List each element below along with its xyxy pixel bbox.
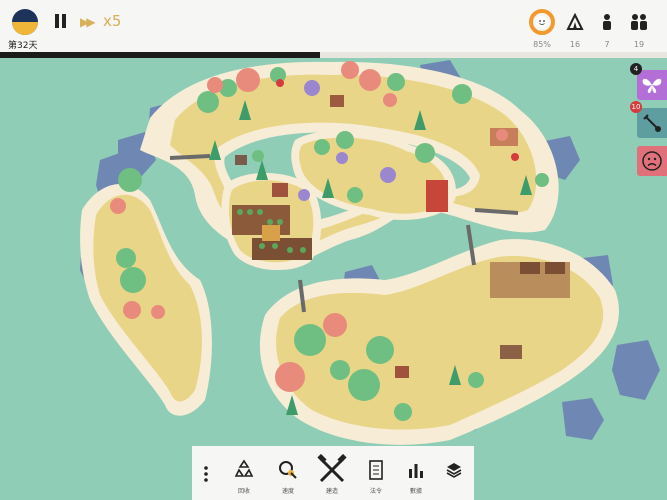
speed-tool-button[interactable]: 速度 — [268, 446, 308, 500]
tool-notification[interactable] — [637, 108, 667, 138]
shelter-stat[interactable]: 16 — [560, 10, 590, 49]
recycle-label: 回收 — [237, 488, 250, 495]
build-label: 建造 — [325, 488, 338, 495]
tent-icon — [566, 13, 584, 30]
population-stat[interactable]: 19 — [624, 10, 654, 49]
layers-icon — [446, 463, 462, 478]
law-label: 法令 — [369, 488, 382, 495]
worker-stat[interactable]: 7 — [592, 10, 622, 49]
recycle-icon — [234, 459, 254, 477]
day-progress-bar — [0, 52, 667, 58]
speed-tool-label: 速度 — [281, 488, 294, 495]
more-vertical-icon — [204, 466, 208, 482]
worker-icon — [603, 14, 611, 30]
scroll-icon — [369, 460, 383, 480]
population-value: 19 — [633, 40, 645, 49]
bar-chart-icon — [409, 464, 423, 478]
happiness-gauge-icon — [529, 9, 555, 35]
pause-button[interactable] — [54, 14, 68, 28]
more-options-button[interactable] — [192, 446, 220, 500]
data-button[interactable]: 數據 — [396, 446, 436, 500]
top-hud: 第32天 ▶▶ x5 85% 16 7 19 — [0, 0, 667, 58]
island-map[interactable] — [0, 0, 667, 500]
family-icon — [631, 14, 647, 30]
day-cycle-icon[interactable] — [12, 9, 38, 35]
bottom-toolbar: 回收 速度 建造 法令 數據 — [192, 446, 474, 500]
worker-value: 7 — [604, 40, 610, 49]
happiness-value: 85% — [533, 40, 551, 49]
butterfly-count-badge: 4 — [630, 63, 642, 75]
layers-button[interactable] — [436, 446, 472, 500]
butterfly-icon — [642, 78, 662, 93]
build-button[interactable]: 建造 — [312, 446, 352, 500]
day-counter: 第32天 — [8, 41, 38, 51]
magnifier-icon — [279, 461, 297, 479]
happiness-stat[interactable]: 85% — [527, 9, 557, 49]
data-label: 數據 — [409, 488, 422, 495]
unhappy-notification[interactable] — [637, 146, 667, 176]
butterfly-notification[interactable] — [637, 70, 667, 100]
fast-forward-icon[interactable]: ▶▶ — [80, 15, 96, 29]
recycle-button[interactable]: 回收 — [224, 446, 264, 500]
day-progress-fill — [0, 52, 321, 58]
speed-multiplier[interactable]: x5 — [103, 12, 121, 30]
sad-face-icon — [642, 151, 662, 171]
shelter-value: 16 — [569, 40, 581, 49]
law-button[interactable]: 法令 — [356, 446, 396, 500]
crossed-hammers-icon — [317, 454, 347, 483]
tool-count-badge: 10 — [630, 101, 642, 113]
shovel-icon — [643, 114, 661, 132]
